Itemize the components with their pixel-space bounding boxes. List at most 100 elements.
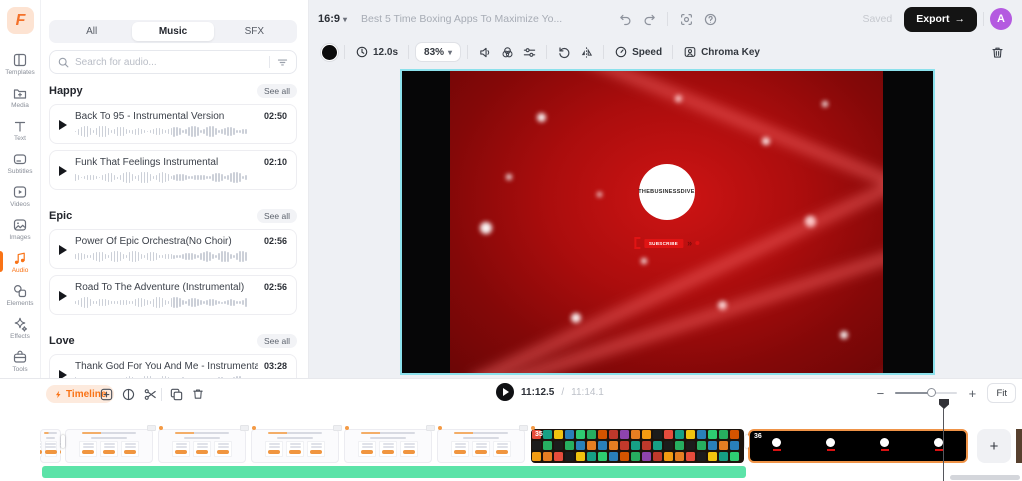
avatar[interactable]: A xyxy=(990,8,1012,30)
glow-dot xyxy=(597,192,602,197)
audio-track-item[interactable]: Back To 95 - Instrumental Version02:50 xyxy=(49,104,297,144)
see-all-button[interactable]: See all xyxy=(257,84,297,98)
chevron-down-icon: ▾ xyxy=(448,48,452,57)
sidebar-item-label: Effects xyxy=(10,333,30,340)
duration-value: 12.0s xyxy=(373,47,398,58)
sidebar-item-label: Text xyxy=(14,135,26,142)
adjust-icon[interactable] xyxy=(518,41,540,63)
canvas-zoom-dropdown[interactable]: 83% ▾ xyxy=(415,42,461,62)
project-topbar: 16:9 ▾ Best 5 Time Boxing Apps To Maximi… xyxy=(308,0,1022,38)
see-all-button[interactable]: See all xyxy=(257,209,297,223)
redo-button[interactable] xyxy=(637,7,661,31)
audio-track-item[interactable]: Funk That Feelings Instrumental02:10 xyxy=(49,150,297,190)
sidebar-item-subtitles[interactable]: Subtitles xyxy=(0,146,40,179)
project-title[interactable]: Best 5 Time Boxing Apps To Maximize Yo..… xyxy=(361,13,613,25)
audio-track-item[interactable]: Road To The Adventure (Instrumental)02:5… xyxy=(49,275,297,315)
tab-music[interactable]: Music xyxy=(132,22,213,41)
sidebar-item-label: Media xyxy=(11,102,29,109)
zoom-out-button[interactable]: − xyxy=(873,386,887,401)
transition-marker[interactable] xyxy=(333,425,342,431)
play-button[interactable] xyxy=(496,383,514,401)
sidebar-item-media[interactable]: Media xyxy=(0,80,40,113)
fit-button[interactable]: Fit xyxy=(987,383,1016,403)
video-frame[interactable]: THEBUSINESSDIVE SUBSCRIBE » xyxy=(450,71,883,373)
screenshot-focus-icon[interactable] xyxy=(674,7,698,31)
elements-icon xyxy=(12,283,28,299)
timeline-clip-slide[interactable] xyxy=(40,429,61,463)
timeline-clip-selected[interactable]: 36 xyxy=(748,429,968,463)
tab-all[interactable]: All xyxy=(51,22,132,41)
transition-marker[interactable] xyxy=(147,425,156,431)
tab-sfx[interactable]: SFX xyxy=(214,22,295,41)
audio-track-bar[interactable] xyxy=(42,466,746,478)
color-filter-icon[interactable] xyxy=(496,41,518,63)
play-track-button[interactable] xyxy=(59,370,67,379)
horizontal-scrollbar[interactable] xyxy=(950,475,1020,480)
arrow-right-icon: → xyxy=(955,13,966,25)
track-duration: 02:10 xyxy=(264,157,287,167)
transition-marker[interactable] xyxy=(519,425,528,431)
duplicate-button[interactable] xyxy=(166,384,186,404)
sidebar-item-videos[interactable]: Videos xyxy=(0,179,40,212)
add-clip-button[interactable]: + xyxy=(977,429,1011,463)
search-icon xyxy=(57,56,70,69)
speed-button[interactable]: Speed xyxy=(610,45,666,59)
search-input[interactable] xyxy=(75,57,263,68)
help-icon[interactable] xyxy=(698,7,722,31)
play-track-button[interactable] xyxy=(59,166,67,176)
audio-search xyxy=(49,50,297,74)
sidebar-item-tools[interactable]: Tools xyxy=(0,344,40,377)
see-all-button[interactable]: See all xyxy=(257,334,297,348)
chroma-key-button[interactable]: Chroma Key xyxy=(679,45,764,59)
zoom-in-button[interactable]: + xyxy=(965,386,979,401)
play-track-button[interactable] xyxy=(59,120,67,130)
subtitles-icon xyxy=(12,151,28,167)
clip-trim-handle[interactable] xyxy=(61,435,65,448)
audio-track-item[interactable]: Thank God For You And Me - Instrumental … xyxy=(49,354,297,378)
timeline-clip-slide[interactable] xyxy=(251,429,339,463)
aspect-ratio-dropdown[interactable]: 16:9 ▾ xyxy=(318,13,347,25)
audio-track-item[interactable]: Power Of Epic Orchestra(No Choir)02:56 xyxy=(49,229,297,269)
play-track-button[interactable] xyxy=(59,245,67,255)
zoom-slider[interactable] xyxy=(895,392,957,394)
split-button[interactable] xyxy=(118,384,138,404)
timeline-clip-appgrid[interactable]: 35 xyxy=(531,429,744,463)
clip-trim-handle[interactable] xyxy=(745,435,749,448)
sidebar-item-images[interactable]: Images xyxy=(0,212,40,245)
sidebar-item-label: Videos xyxy=(10,201,30,208)
sidebar-item-templates[interactable]: Templates xyxy=(0,47,40,80)
clip-toolbar: 12.0s 83% ▾ xyxy=(308,38,1022,66)
timeline-clip-slide[interactable] xyxy=(65,429,153,463)
subscribe-dot xyxy=(695,241,699,245)
clip-number: 36 xyxy=(754,433,762,440)
filter-icon[interactable] xyxy=(276,56,289,69)
volume-icon[interactable] xyxy=(474,41,496,63)
undo-button[interactable] xyxy=(613,7,637,31)
preview-canvas[interactable]: THEBUSINESSDIVE SUBSCRIBE » xyxy=(400,69,935,375)
flip-horizontal-icon[interactable] xyxy=(575,41,597,63)
track-waveform xyxy=(75,125,287,138)
sidebar-item-audio[interactable]: Audio xyxy=(0,245,40,278)
play-track-button[interactable] xyxy=(59,291,67,301)
delete-clip-icon[interactable] xyxy=(986,41,1008,63)
sidebar-item-text[interactable]: Text xyxy=(0,113,40,146)
transition-marker[interactable] xyxy=(240,425,249,431)
delete-button[interactable] xyxy=(188,384,208,404)
audio-sections: HappySee allBack To 95 - Instrumental Ve… xyxy=(49,80,297,378)
background-color-swatch[interactable] xyxy=(321,44,338,61)
timeline-clip-slide[interactable] xyxy=(344,429,432,463)
clip-edge-fragment xyxy=(1016,429,1022,463)
rotate-icon[interactable] xyxy=(553,41,575,63)
add-media-button[interactable] xyxy=(96,384,116,404)
transition-marker[interactable] xyxy=(426,425,435,431)
app-logo[interactable]: F xyxy=(7,7,34,34)
duration-control[interactable]: 12.0s xyxy=(351,45,402,59)
video-editor-app: F Templates Media Text Subtitles Videos Image… xyxy=(0,0,1022,481)
timeline-clip-slide[interactable] xyxy=(158,429,246,463)
timeline-clip-slide[interactable] xyxy=(437,429,525,463)
zoom-slider-handle[interactable] xyxy=(927,388,936,397)
scissors-icon[interactable] xyxy=(140,384,160,404)
sidebar-item-elements[interactable]: Elements xyxy=(0,278,40,311)
sidebar-item-effects[interactable]: Effects xyxy=(0,311,40,344)
export-button[interactable]: Export → xyxy=(904,7,977,32)
